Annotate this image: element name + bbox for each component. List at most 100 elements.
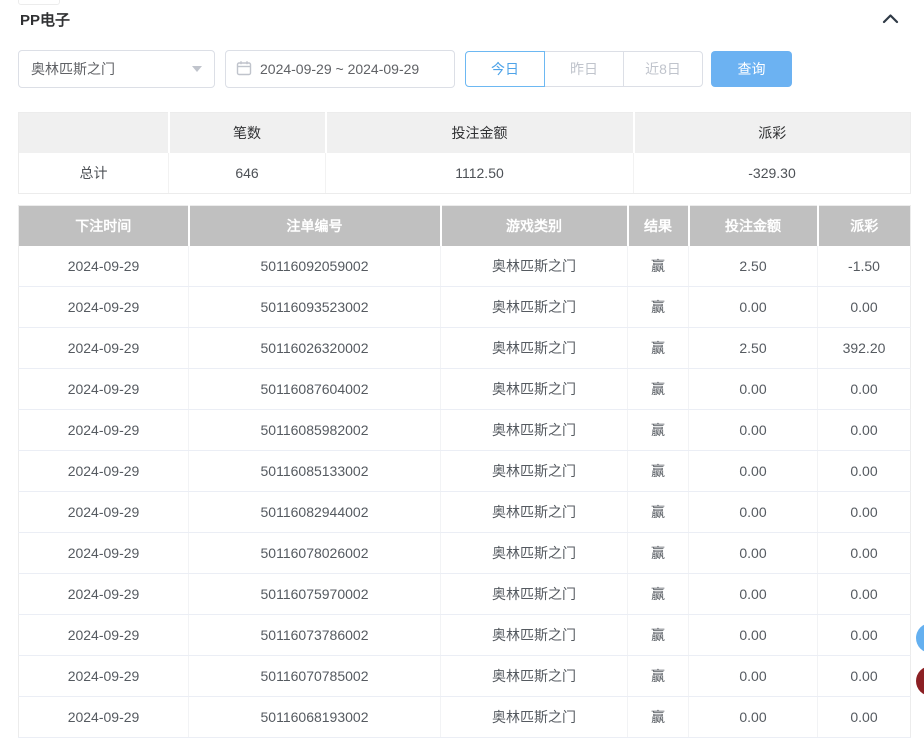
filter-bar: 奥林匹斯之门 2024-09-29 ~ 2024-09-29 今日 昨日 近8日 查… <box>18 50 792 88</box>
floating-action-button[interactable] <box>916 666 924 696</box>
cell-bet-time: 2024-09-29 <box>18 532 189 574</box>
cell-result: 赢 <box>627 450 689 492</box>
cell-payout: 0.00 <box>817 655 911 697</box>
cell-order-id: 50116075970002 <box>188 573 441 615</box>
cell-bet-time: 2024-09-29 <box>18 696 189 738</box>
quick-button-group: 今日 昨日 近8日 <box>465 51 703 87</box>
cell-game-type: 奥林匹斯之门 <box>440 614 628 656</box>
game-select[interactable]: 奥林匹斯之门 <box>18 50 215 88</box>
cell-payout: 0.00 <box>817 696 911 738</box>
cell-game-type: 奥林匹斯之门 <box>440 286 628 328</box>
cell-game-type: 奥林匹斯之门 <box>440 327 628 369</box>
table-row: 2024-09-29 50116085982002 奥林匹斯之门赢 0.00 0.00 <box>18 409 911 451</box>
cropped-element-edge <box>18 0 60 5</box>
header-result: 结果 <box>627 205 690 246</box>
header-order-id: 注单编号 <box>188 205 442 246</box>
summary-count: 646 <box>168 153 326 194</box>
summary-total-label: 总计 <box>18 153 169 194</box>
bet-records-table: 下注时间 注单编号 游戏类别 结果 投注金额 派彩 2024-09-29 5011… <box>18 205 911 738</box>
collapse-panel-button[interactable] <box>876 6 904 32</box>
cell-result: 赢 <box>627 532 689 574</box>
cell-bet-amount: 0.00 <box>688 573 818 615</box>
table-row: 2024-09-29 50116085133002 奥林匹斯之门赢 0.00 0.00 <box>18 450 911 492</box>
header-game-type: 游戏类别 <box>440 205 629 246</box>
quick-button-today[interactable]: 今日 <box>465 51 545 87</box>
cell-payout: 0.00 <box>817 368 911 410</box>
cell-bet-time: 2024-09-29 <box>18 491 189 533</box>
cell-result: 赢 <box>627 327 689 369</box>
summary-bet-amount: 1112.50 <box>325 153 634 194</box>
table-row: 2024-09-29 50116073786002 奥林匹斯之门赢 0.00 0.00 <box>18 614 911 656</box>
summary-table: 笔数 投注金额 派彩 总计 646 1112.50 -329.30 <box>18 112 911 194</box>
cell-bet-time: 2024-09-29 <box>18 450 189 492</box>
cell-payout: 0.00 <box>817 614 911 656</box>
header-bet-amount: 投注金额 <box>688 205 819 246</box>
chevron-up-icon <box>882 12 899 27</box>
summary-header-bet-amount: 投注金额 <box>325 112 635 153</box>
cell-payout: 0.00 <box>817 532 911 574</box>
cell-result: 赢 <box>627 491 689 533</box>
records-tbody: 2024-09-29 50116092059002 奥林匹斯之门赢 2.50 -1.50… <box>18 246 911 738</box>
table-row: 2024-09-29 50116092059002 奥林匹斯之门赢 2.50 -1.50 <box>18 246 911 287</box>
cell-order-id: 50116092059002 <box>188 246 441 287</box>
cell-bet-time: 2024-09-29 <box>18 246 189 287</box>
quick-button-last-8-days[interactable]: 近8日 <box>623 51 703 87</box>
cell-payout: 0.00 <box>817 286 911 328</box>
cell-bet-time: 2024-09-29 <box>18 286 189 328</box>
cell-game-type: 奥林匹斯之门 <box>440 368 628 410</box>
table-row: 2024-09-29 50116087604002 奥林匹斯之门赢 0.00 0.00 <box>18 368 911 410</box>
cell-game-type: 奥林匹斯之门 <box>440 409 628 451</box>
cell-bet-amount: 2.50 <box>688 327 818 369</box>
cell-game-type: 奥林匹斯之门 <box>440 532 628 574</box>
cell-result: 赢 <box>627 409 689 451</box>
cell-bet-amount: 0.00 <box>688 655 818 697</box>
floating-service-button[interactable] <box>916 623 924 653</box>
table-row: 2024-09-29 50116070785002 奥林匹斯之门赢 0.00 0.00 <box>18 655 911 697</box>
cell-result: 赢 <box>627 368 689 410</box>
cell-result: 赢 <box>627 286 689 328</box>
cell-payout: 0.00 <box>817 409 911 451</box>
cell-bet-amount: 0.00 <box>688 368 818 410</box>
cell-result: 赢 <box>627 655 689 697</box>
cell-order-id: 50116087604002 <box>188 368 441 410</box>
cell-payout: 392.20 <box>817 327 911 369</box>
cell-order-id: 50116082944002 <box>188 491 441 533</box>
cell-bet-time: 2024-09-29 <box>18 655 189 697</box>
cell-bet-amount: 0.00 <box>688 696 818 738</box>
summary-total-row: 总计 646 1112.50 -329.30 <box>18 153 911 194</box>
cell-game-type: 奥林匹斯之门 <box>440 450 628 492</box>
cell-order-id: 50116026320002 <box>188 327 441 369</box>
cell-result: 赢 <box>627 696 689 738</box>
cell-game-type: 奥林匹斯之门 <box>440 573 628 615</box>
query-button[interactable]: 查询 <box>711 51 792 87</box>
cell-game-type: 奥林匹斯之门 <box>440 491 628 533</box>
cell-bet-time: 2024-09-29 <box>18 573 189 615</box>
table-row: 2024-09-29 50116082944002 奥林匹斯之门赢 0.00 0.00 <box>18 491 911 533</box>
cell-bet-time: 2024-09-29 <box>18 368 189 410</box>
date-range-input[interactable]: 2024-09-29 ~ 2024-09-29 <box>225 50 455 88</box>
calendar-icon <box>236 60 260 79</box>
table-row: 2024-09-29 50116068193002 奥林匹斯之门赢 0.00 0.00 <box>18 696 911 738</box>
date-range-value: 2024-09-29 ~ 2024-09-29 <box>260 61 420 77</box>
cell-result: 赢 <box>627 573 689 615</box>
cell-order-id: 50116093523002 <box>188 286 441 328</box>
panel-title: PP电子 <box>20 12 71 29</box>
summary-payout: -329.30 <box>633 153 911 194</box>
table-row: 2024-09-29 50116093523002 奥林匹斯之门赢 0.00 0.00 <box>18 286 911 328</box>
header-bet-time: 下注时间 <box>18 205 190 246</box>
header-payout: 派彩 <box>817 205 911 246</box>
cell-order-id: 50116068193002 <box>188 696 441 738</box>
quick-button-yesterday[interactable]: 昨日 <box>544 51 624 87</box>
cell-order-id: 50116085982002 <box>188 409 441 451</box>
cell-order-id: 50116085133002 <box>188 450 441 492</box>
cell-payout: 0.00 <box>817 450 911 492</box>
cell-bet-time: 2024-09-29 <box>18 327 189 369</box>
cell-result: 赢 <box>627 614 689 656</box>
cell-order-id: 50116070785002 <box>188 655 441 697</box>
cell-order-id: 50116078026002 <box>188 532 441 574</box>
summary-header-count: 笔数 <box>168 112 327 153</box>
cell-bet-amount: 0.00 <box>688 614 818 656</box>
table-row: 2024-09-29 50116026320002 奥林匹斯之门赢 2.50 392.2… <box>18 327 911 369</box>
cell-game-type: 奥林匹斯之门 <box>440 655 628 697</box>
cell-bet-amount: 0.00 <box>688 286 818 328</box>
